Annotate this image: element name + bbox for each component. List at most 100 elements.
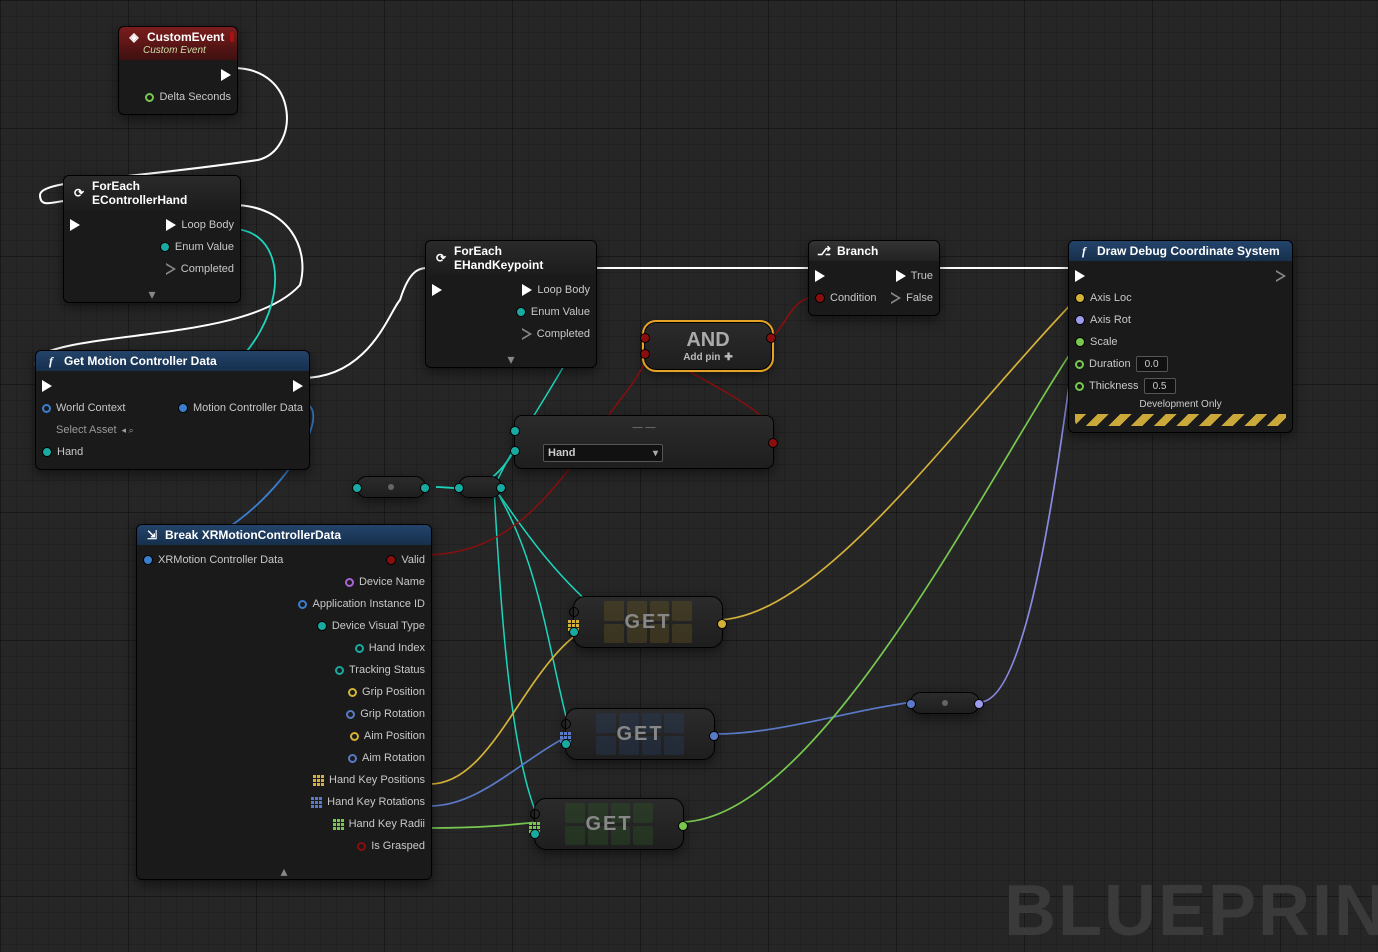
node-header[interactable]: ⇲ Break XRMotionControllerData <box>137 525 431 545</box>
completed-pin[interactable]: Completed <box>522 328 590 340</box>
tracking-status-pin[interactable]: Tracking Status <box>335 664 425 676</box>
duration-input[interactable]: 0.0 <box>1136 356 1168 372</box>
node-header[interactable]: ◈ CustomEvent <box>119 27 237 47</box>
hand-key-radii-pin[interactable]: Hand Key Radii <box>333 818 425 830</box>
function-icon: f <box>44 354 58 368</box>
node-draw-debug-coordinate-system[interactable]: f Draw Debug Coordinate System Axis Loc … <box>1068 240 1293 433</box>
reroute-out[interactable] <box>974 699 984 709</box>
node-reroute-1[interactable] <box>356 476 426 498</box>
aim-rotation-pin[interactable]: Aim Rotation <box>348 752 425 764</box>
node-foreach-handkeypoint[interactable]: ⟳ ForEach EHandKeypoint Loop Body Enum V… <box>425 240 597 368</box>
completed-pin[interactable]: Completed <box>166 263 234 275</box>
out-pin[interactable] <box>717 619 727 629</box>
index-pin[interactable] <box>569 627 579 637</box>
event-icon: ◈ <box>127 30 141 44</box>
exec-in-pin[interactable] <box>815 270 825 282</box>
axis-rot-pin[interactable]: Axis Rot <box>1075 314 1131 326</box>
delta-seconds-pin[interactable]: Delta Seconds <box>145 91 231 103</box>
node-header[interactable]: f Draw Debug Coordinate System <box>1069 241 1292 261</box>
equal-out-pin[interactable] <box>768 438 778 448</box>
node-branch[interactable]: ⎇ Branch True Condition False <box>808 240 940 316</box>
dev-only-stripe <box>1075 414 1286 426</box>
aim-position-pin[interactable]: Aim Position <box>350 730 425 742</box>
grip-rotation-pin[interactable]: Grip Rotation <box>346 708 425 720</box>
exec-out-pin[interactable] <box>293 380 303 392</box>
struct-in-pin[interactable]: XRMotion Controller Data <box>143 554 283 566</box>
node-header[interactable]: f Get Motion Controller Data <box>36 351 309 371</box>
and-in-pin-2[interactable] <box>640 349 650 359</box>
valid-pin[interactable]: Valid <box>386 554 425 566</box>
enum-value-pin[interactable]: Enum Value <box>160 241 234 253</box>
enum-combo[interactable]: Hand <box>543 440 663 462</box>
add-pin-button[interactable]: Add pin✚ <box>683 352 733 363</box>
expand-toggle[interactable]: ▾ <box>426 351 596 367</box>
grip-position-pin[interactable]: Grip Position <box>348 686 425 698</box>
equal-in-pin-a[interactable] <box>510 426 520 436</box>
hand-index-pin[interactable]: Hand Index <box>355 642 425 654</box>
index-pin[interactable] <box>530 829 540 839</box>
node-header[interactable]: ⟳ ForEach EHandKeypoint <box>426 241 596 275</box>
false-pin[interactable]: False <box>891 292 933 304</box>
node-custom-event[interactable]: ◈ CustomEvent Custom Event Delta Seconds <box>118 26 238 115</box>
exec-out-pin[interactable] <box>221 69 231 81</box>
node-boolean-and[interactable]: AND Add pin✚ <box>644 322 772 370</box>
node-header[interactable]: ⟳ ForEach EControllerHand <box>64 176 240 210</box>
equals-glyph: — — <box>633 422 656 433</box>
exec-out-pin[interactable] <box>1276 270 1286 282</box>
hand-key-rotations-pin[interactable]: Hand Key Rotations <box>311 796 425 808</box>
collapse-toggle[interactable]: ▴ <box>137 863 431 879</box>
exec-in-pin[interactable] <box>1075 270 1085 282</box>
node-reroute-2[interactable] <box>458 476 502 498</box>
equal-in-pin-b[interactable] <box>510 446 520 456</box>
reroute-out[interactable] <box>496 483 506 493</box>
is-grasped-pin[interactable]: Is Grasped <box>357 840 425 852</box>
out-pin[interactable] <box>709 731 719 741</box>
and-out-pin[interactable] <box>766 333 776 343</box>
node-equal-enum[interactable]: — — Hand <box>514 415 774 469</box>
duration-pin[interactable]: Duration 0.0 <box>1075 356 1168 372</box>
reroute-in[interactable] <box>352 483 362 493</box>
world-context-pin[interactable]: World Context <box>42 402 126 414</box>
hand-key-positions-pin[interactable]: Hand Key Positions <box>313 774 425 786</box>
reroute-out[interactable] <box>420 483 430 493</box>
motion-data-pin[interactable]: Motion Controller Data <box>178 402 303 414</box>
node-header[interactable]: ⎇ Branch <box>809 241 939 261</box>
true-pin[interactable]: True <box>896 270 933 282</box>
expand-toggle[interactable]: ▾ <box>64 286 240 302</box>
node-array-get-rotations[interactable]: GET <box>565 708 715 760</box>
node-foreach-controllerhand[interactable]: ⟳ ForEach EControllerHand Loop Body Enum… <box>63 175 241 303</box>
axis-loc-pin[interactable]: Axis Loc <box>1075 292 1132 304</box>
node-get-motion-controller-data[interactable]: f Get Motion Controller Data World Conte… <box>35 350 310 470</box>
loop-icon: ⟳ <box>72 186 86 200</box>
app-id-pin[interactable]: Application Instance ID <box>298 598 425 610</box>
index-pin[interactable] <box>561 739 571 749</box>
scale-pin[interactable]: Scale <box>1075 336 1118 348</box>
hand-pin[interactable]: Hand <box>42 446 83 458</box>
loop-icon: ⟳ <box>434 251 448 265</box>
thickness-input[interactable]: 0.5 <box>1144 378 1176 394</box>
out-pin[interactable] <box>678 821 688 831</box>
thickness-pin[interactable]: Thickness 0.5 <box>1075 378 1176 394</box>
loop-body-pin[interactable]: Loop Body <box>166 219 234 231</box>
node-array-get-positions[interactable]: GET <box>573 596 723 648</box>
device-name-pin[interactable]: Device Name <box>345 576 425 588</box>
enum-value-pin[interactable]: Enum Value <box>516 306 590 318</box>
visual-type-pin[interactable]: Device Visual Type <box>317 620 425 632</box>
node-reroute-3[interactable] <box>910 692 980 714</box>
loop-body-pin[interactable]: Loop Body <box>522 284 590 296</box>
dev-only-label: Development Only <box>1075 397 1286 410</box>
node-array-get-radii[interactable]: GET <box>534 798 684 850</box>
exec-in-pin[interactable] <box>432 284 442 296</box>
node-title: Branch <box>837 244 878 258</box>
exec-in-pin[interactable] <box>70 219 80 231</box>
and-in-pin-1[interactable] <box>640 333 650 343</box>
node-title: Break XRMotionControllerData <box>165 528 341 542</box>
select-asset-hint[interactable]: Select Asset ◂ ⌕ <box>42 424 134 436</box>
reroute-in[interactable] <box>906 699 916 709</box>
node-break-xrmotioncontrollerdata[interactable]: ⇲ Break XRMotionControllerData XRMotion … <box>136 524 432 880</box>
exec-in-pin[interactable] <box>42 380 52 392</box>
reroute-in[interactable] <box>454 483 464 493</box>
node-title: Get Motion Controller Data <box>64 354 217 368</box>
breakpoint-icon[interactable] <box>230 32 234 42</box>
condition-pin[interactable]: Condition <box>815 292 876 304</box>
